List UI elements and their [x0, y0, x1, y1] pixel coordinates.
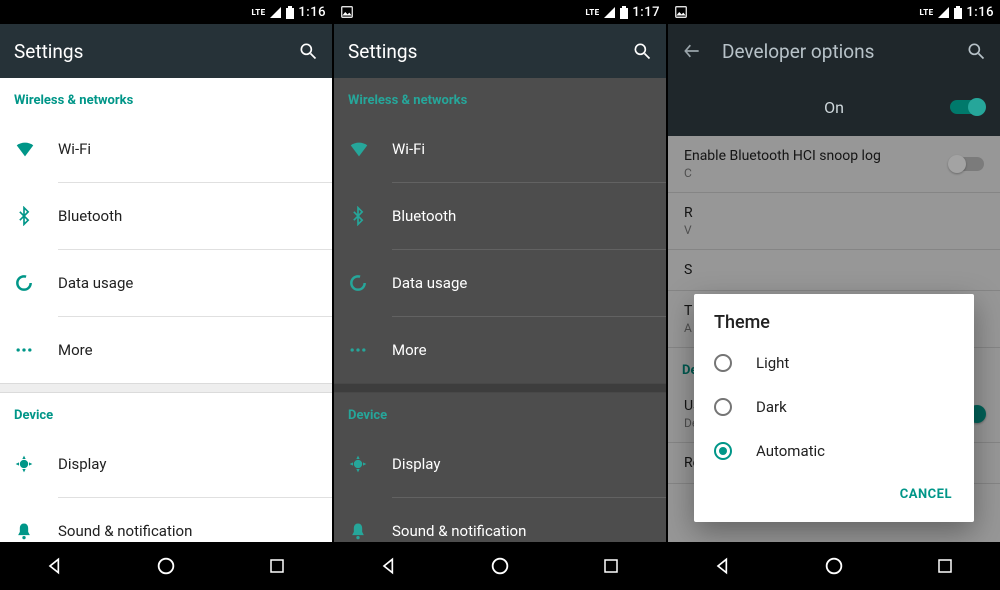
signal-icon	[603, 6, 616, 19]
back-icon[interactable]	[682, 41, 702, 61]
theme-option-automatic[interactable]: Automatic	[694, 429, 974, 473]
search-icon[interactable]	[966, 41, 986, 61]
page-title: Settings	[348, 40, 632, 63]
more-icon	[348, 340, 368, 360]
image-icon	[340, 5, 354, 19]
item-label: Display	[392, 455, 440, 473]
display-icon	[348, 454, 368, 474]
wifi-icon	[14, 138, 36, 160]
app-bar: Settings	[334, 24, 666, 78]
search-icon[interactable]	[298, 41, 318, 61]
nav-recents[interactable]	[249, 546, 305, 586]
radio-icon	[714, 354, 732, 372]
section-title-wireless: Wireless & networks	[0, 78, 332, 116]
battery-icon	[954, 6, 962, 19]
theme-option-dark[interactable]: Dark	[694, 385, 974, 429]
item-label: Wi-Fi	[392, 140, 425, 158]
cancel-button[interactable]: CANCEL	[890, 479, 962, 510]
lte-indicator: LTE	[586, 8, 600, 17]
section-title-device: Device	[0, 393, 332, 431]
settings-item-wifi[interactable]: Wi-Fi	[0, 116, 332, 182]
signal-icon	[937, 6, 950, 19]
nav-bar	[0, 542, 332, 590]
nav-bar	[668, 542, 1000, 590]
lte-indicator: LTE	[920, 8, 934, 17]
page-title: Developer options	[722, 40, 966, 63]
app-bar: Settings	[0, 24, 332, 78]
nav-recents[interactable]	[583, 546, 639, 586]
data-usage-icon	[348, 273, 368, 293]
settings-item-data-usage[interactable]: Data usage	[0, 250, 332, 316]
settings-item-sound[interactable]: Sound & notification	[0, 498, 332, 542]
signal-icon	[269, 6, 282, 19]
item-label: More	[392, 341, 427, 359]
search-icon[interactable]	[632, 41, 652, 61]
dialog-title: Theme	[694, 312, 974, 341]
item-label: Wi-Fi	[58, 140, 91, 158]
section-title-wireless: Wireless & networks	[334, 78, 666, 116]
theme-option-light[interactable]: Light	[694, 341, 974, 385]
more-icon	[14, 340, 34, 360]
settings-item-more[interactable]: More	[0, 317, 332, 383]
battery-icon	[286, 6, 294, 19]
master-toggle-label: On	[684, 98, 950, 117]
item-label: Display	[58, 455, 106, 473]
clock: 1:17	[632, 5, 660, 20]
nav-back[interactable]	[695, 546, 751, 586]
app-bar: Developer options	[668, 24, 1000, 78]
item-label: Sound & notification	[392, 522, 526, 540]
bluetooth-icon	[14, 206, 34, 226]
settings-item-display[interactable]: Display	[0, 431, 332, 497]
radio-icon	[714, 398, 732, 416]
phone-dev-options: LTE 1:16 Developer options On Enable Blu…	[666, 0, 1000, 590]
item-label: Data usage	[58, 274, 133, 292]
settings-body: Wireless & networks Wi-Fi Bluetooth Data…	[334, 78, 666, 542]
settings-item-data-usage[interactable]: Data usage	[334, 250, 666, 316]
battery-icon	[620, 6, 628, 19]
nav-back[interactable]	[27, 546, 83, 586]
theme-dialog: Theme Light Dark Automatic CANCEL	[694, 294, 974, 522]
status-bar: LTE 1:16	[668, 0, 1000, 24]
item-label: Sound & notification	[58, 522, 192, 540]
nav-back[interactable]	[361, 546, 417, 586]
clock: 1:16	[966, 5, 994, 20]
lte-indicator: LTE	[252, 8, 266, 17]
settings-item-display[interactable]: Display	[334, 431, 666, 497]
settings-item-more[interactable]: More	[334, 317, 666, 383]
status-bar: LTE 1:16	[0, 0, 332, 24]
item-label: Bluetooth	[58, 207, 122, 225]
clock: 1:16	[298, 5, 326, 20]
settings-item-bluetooth[interactable]: Bluetooth	[0, 183, 332, 249]
item-label: More	[58, 341, 93, 359]
sound-icon	[348, 521, 368, 541]
nav-recents[interactable]	[917, 546, 973, 586]
settings-item-bluetooth[interactable]: Bluetooth	[334, 183, 666, 249]
wifi-icon	[348, 138, 370, 160]
display-icon	[14, 454, 34, 474]
dev-body: Enable Bluetooth HCI snoop log C R V S T…	[668, 136, 1000, 542]
radio-icon	[714, 442, 732, 460]
nav-bar	[334, 542, 666, 590]
item-label: Data usage	[392, 274, 467, 292]
sound-icon	[14, 521, 34, 541]
image-icon	[674, 5, 688, 19]
phone-dark: LTE 1:17 Settings Wireless & networks Wi…	[332, 0, 666, 590]
master-toggle-row: On	[668, 78, 1000, 136]
page-title: Settings	[14, 40, 298, 63]
status-bar: LTE 1:17	[334, 0, 666, 24]
phone-light: LTE 1:16 Settings Wireless & networks Wi…	[0, 0, 332, 590]
master-toggle[interactable]	[950, 100, 984, 114]
item-label: Bluetooth	[392, 207, 456, 225]
settings-item-sound[interactable]: Sound & notification	[334, 498, 666, 542]
settings-item-wifi[interactable]: Wi-Fi	[334, 116, 666, 182]
section-title-device: Device	[334, 393, 666, 431]
data-usage-icon	[14, 273, 34, 293]
settings-body: Wireless & networks Wi-Fi Bluetooth Data…	[0, 78, 332, 542]
bluetooth-icon	[348, 206, 368, 226]
nav-home[interactable]	[806, 546, 862, 586]
nav-home[interactable]	[138, 546, 194, 586]
nav-home[interactable]	[472, 546, 528, 586]
